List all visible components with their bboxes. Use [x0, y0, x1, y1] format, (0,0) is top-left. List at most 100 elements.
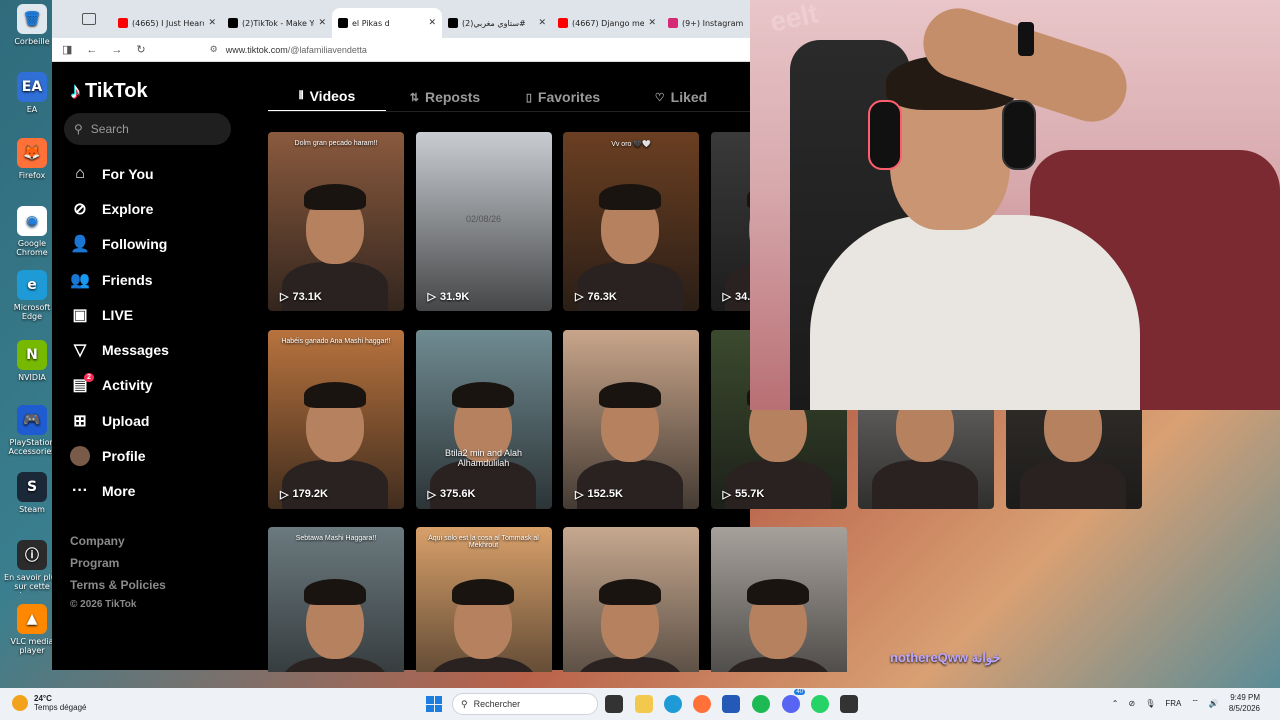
- file-explorer-icon[interactable]: [635, 695, 653, 713]
- browser-tab[interactable]: (4667) Django meets✕: [552, 8, 662, 38]
- video-card[interactable]: Vv oro 🖤🤍 ▷ 76.3K: [563, 132, 699, 311]
- video-subtitle: Btila2 min and Alah Alhamdulilah: [444, 447, 523, 468]
- language-indicator[interactable]: FRA: [1165, 699, 1181, 708]
- nav-label: Messages: [102, 342, 169, 359]
- video-person-body: [430, 262, 536, 311]
- browser-tab[interactable]: (9+) Instagram✕: [662, 8, 750, 38]
- stream-overlay-name: nothereQww خوانة: [890, 650, 1001, 665]
- tiktok-logo[interactable]: ♪ TikTok: [70, 78, 148, 104]
- nav-item-more[interactable]: ··· More: [70, 474, 169, 509]
- sidebar-toggle-icon[interactable]: ◨: [62, 43, 72, 56]
- live-icon: ▣: [72, 306, 88, 324]
- tab-favorites[interactable]: ▯ Favorites: [504, 82, 622, 112]
- video-caption: Aqui solo est la cosa al Tommask al Mekh…: [428, 535, 539, 549]
- search-input[interactable]: ⚲ Search: [64, 113, 231, 145]
- logo-text: TikTok: [85, 79, 148, 102]
- nav-item-profile[interactable]: ● Profile: [70, 438, 169, 473]
- nav-item-activity[interactable]: ▤ Activity 2: [70, 368, 169, 403]
- app-icon[interactable]: [840, 695, 858, 713]
- notification-badge: 2: [84, 372, 94, 382]
- clock-date: 8/5/2026: [1228, 704, 1260, 713]
- home-icon: ⌂: [75, 164, 85, 182]
- tab-videos[interactable]: ⦀ Videos: [268, 82, 386, 112]
- site-info-icon[interactable]: ⚙: [210, 44, 218, 55]
- back-icon[interactable]: ←: [86, 44, 97, 56]
- reload-icon[interactable]: ↻: [136, 43, 145, 56]
- nav-item-for-you[interactable]: ⌂ For You: [70, 156, 169, 191]
- video-card[interactable]: Sebtawa Mashi Haggara!!: [268, 527, 404, 672]
- network-icon[interactable]: ⊘: [1129, 699, 1136, 708]
- video-card[interactable]: ▷ 152.5K: [563, 329, 699, 509]
- wifi-icon[interactable]: ⌔: [1191, 698, 1199, 708]
- nav-item-following[interactable]: 👤 Following: [70, 227, 169, 262]
- video-person-body: [577, 459, 683, 509]
- headset-left: [868, 100, 902, 170]
- favorites-icon: ▯: [525, 91, 532, 104]
- whatsapp-icon[interactable]: [811, 695, 829, 713]
- task-view-icon[interactable]: [605, 695, 623, 713]
- video-card[interactable]: [563, 527, 699, 672]
- desktop-app-icon: 🗑: [17, 4, 47, 34]
- mic-icon[interactable]: 🎙: [1145, 699, 1155, 708]
- browser-tab[interactable]: (4665) I Just Heard G ✕: [112, 8, 222, 38]
- nav-item-explore[interactable]: ⊘ Explore: [70, 191, 169, 226]
- video-card[interactable]: Aqui solo est la cosa al Tommask al Mekh…: [415, 527, 552, 672]
- start-button[interactable]: [426, 696, 442, 712]
- tab-title: (9+) Instagram: [682, 18, 744, 28]
- weather-widget[interactable]: 24°C Temps dégagé: [12, 694, 86, 712]
- view-count: 31.9K: [439, 290, 470, 303]
- discord-icon[interactable]: 40: [782, 689, 805, 713]
- desktop-app-icon: ▲: [17, 604, 47, 634]
- forward-icon[interactable]: →: [111, 44, 122, 56]
- nav-label: More: [102, 483, 136, 500]
- close-icon[interactable]: ✕: [538, 18, 546, 28]
- video-card[interactable]: Habéis ganado Ana Mashi haggar!! ▷ 179.2K: [268, 329, 404, 509]
- video-card[interactable]: [710, 527, 847, 672]
- url-field[interactable]: ⚙ www.tiktok.com/@lafamiliavendetta: [210, 44, 367, 55]
- close-icon[interactable]: ✕: [318, 18, 326, 28]
- footer-terms[interactable]: Terms & Policies: [70, 574, 166, 596]
- tab-list-icon[interactable]: [82, 13, 96, 25]
- close-icon[interactable]: ✕: [648, 18, 656, 28]
- close-icon[interactable]: ✕: [428, 18, 436, 28]
- video-card[interactable]: Dolm gran pecado haram!! ▷ 73.1K: [268, 132, 404, 311]
- video-caption: Sebtawa Mashi Haggara!!: [295, 535, 377, 542]
- messages-icon: ▽: [73, 342, 87, 360]
- edge-icon[interactable]: [664, 695, 682, 713]
- nav-item-upload[interactable]: ⊞ Upload: [70, 403, 169, 438]
- desktop-app-icon: ◉: [17, 206, 47, 236]
- video-views: ▷ 375.6K: [428, 488, 476, 501]
- close-icon[interactable]: ✕: [208, 18, 216, 28]
- tab-liked[interactable]: ♡ Liked: [622, 82, 740, 112]
- nav-item-live[interactable]: ▣ LIVE: [70, 297, 169, 332]
- footer-company[interactable]: Company: [70, 530, 166, 552]
- tab-reposts[interactable]: ⇅ Reposts: [386, 82, 504, 112]
- taskbar-search[interactable]: ⚲ Rechercher: [452, 693, 598, 715]
- nav-item-friends[interactable]: 👥 Friends: [70, 262, 169, 297]
- nav-label: For You: [102, 165, 154, 182]
- volume-icon[interactable]: 🔊: [1209, 699, 1219, 708]
- video-card[interactable]: Btila2 min and Alah Alhamdulilah ▷ 375.6K: [415, 329, 552, 509]
- video-card[interactable]: 02/08/26 ▷ 31.9K: [415, 132, 552, 311]
- spotify-icon[interactable]: [752, 695, 770, 713]
- chevron-up-icon[interactable]: ⌃: [1112, 699, 1119, 708]
- play-icon: ▷: [280, 488, 289, 501]
- tab-favicon-icon: [118, 18, 128, 28]
- video-person-body: [577, 657, 683, 672]
- nav-item-messages[interactable]: ▽ Messages: [70, 332, 169, 367]
- footer-program[interactable]: Program: [70, 552, 166, 574]
- view-count: 55.7K: [734, 488, 765, 500]
- store-icon[interactable]: [722, 695, 740, 713]
- browser-tab[interactable]: (2)ستاوي مغربي# ✕: [442, 8, 552, 38]
- tab-title: (4665) I Just Heard G: [132, 18, 204, 28]
- video-person-hair: [304, 381, 366, 408]
- more-icon: ···: [72, 482, 88, 500]
- video-views: ▷ 55.7K: [723, 488, 765, 501]
- firefox-icon[interactable]: [693, 695, 711, 713]
- browser-tab[interactable]: el Pikas d ✕: [332, 8, 442, 38]
- video-person-body: [282, 459, 388, 509]
- desktop-app-icon: 🎮: [17, 405, 47, 435]
- view-count: 375.6K: [439, 488, 476, 500]
- clock[interactable]: 9:49 PM 8/5/2026: [1229, 692, 1260, 714]
- browser-tab[interactable]: (2)TikTok - Make You ✕: [222, 8, 332, 38]
